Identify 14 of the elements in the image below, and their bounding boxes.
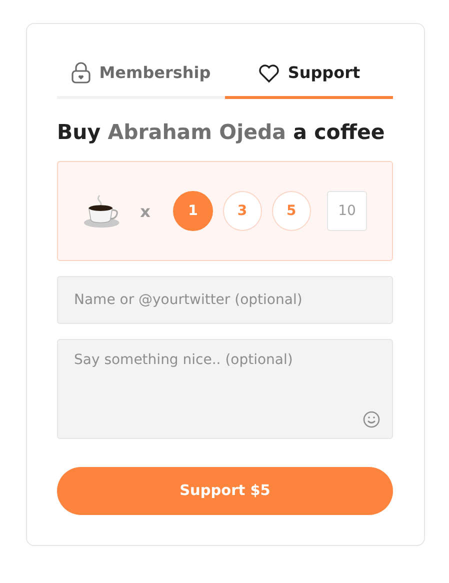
quantity-option[interactable]: 3 <box>222 191 262 231</box>
name-field[interactable]: Name or @yourtwitter (optional) <box>57 276 393 324</box>
heading: Buy Abraham Ojeda a coffee <box>57 120 386 144</box>
tab[interactable]: Support <box>225 49 393 99</box>
tab[interactable]: Membership <box>57 49 225 99</box>
emoji-icon[interactable] <box>363 411 380 428</box>
quantity-option[interactable]: 5 <box>272 191 311 231</box>
multiply-sign: x <box>140 202 150 220</box>
quantity-option[interactable]: 1 <box>173 191 213 231</box>
lock-icon <box>71 62 92 84</box>
message-field[interactable]: Say something nice.. (optional) <box>57 339 393 439</box>
heart-icon <box>258 62 280 82</box>
custom-quantity-field[interactable]: 10 <box>327 191 367 231</box>
support-button[interactable]: Support $5 <box>57 467 393 515</box>
